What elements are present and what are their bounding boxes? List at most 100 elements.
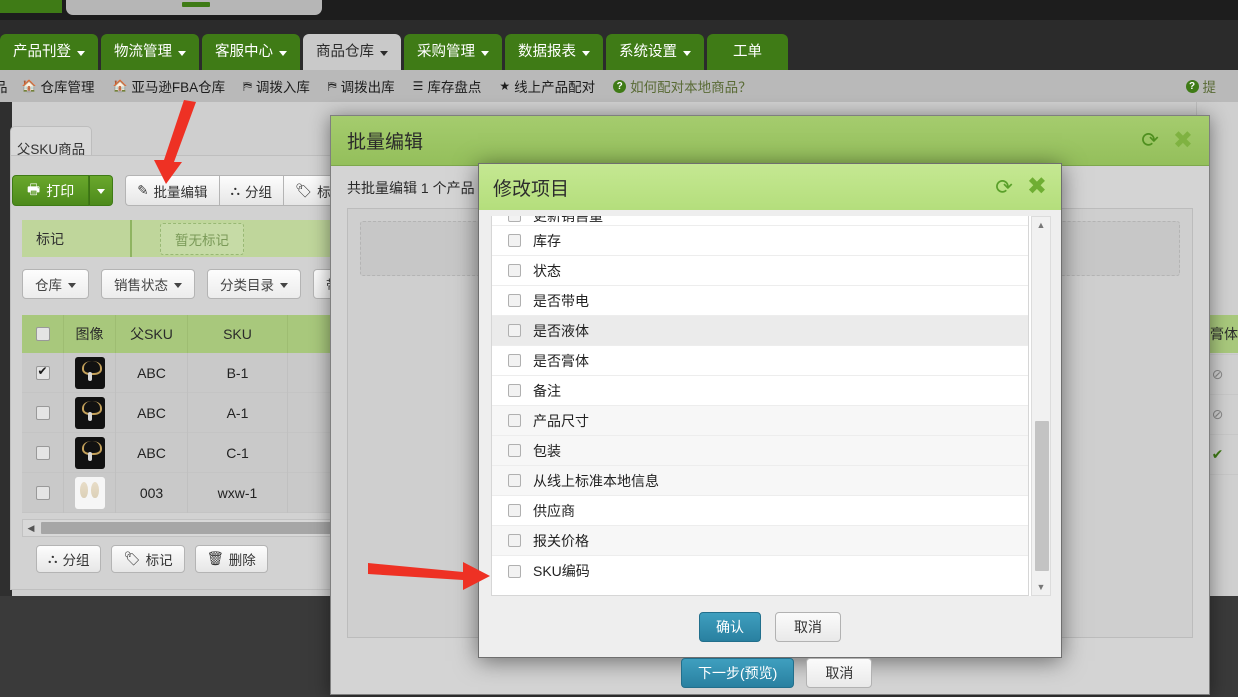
select-all-checkbox[interactable] (35, 327, 50, 341)
option-row-sku-code[interactable]: SKU编码 (492, 556, 1028, 586)
close-icon[interactable]: ✖ (1173, 128, 1193, 153)
menu-item-product-warehouse[interactable]: 商品仓库 (303, 34, 401, 70)
option-row-is-liquid[interactable]: 是否液体 (492, 316, 1028, 346)
menu-item-work-order[interactable]: 工单 (707, 34, 788, 70)
bottom-group-button[interactable]: ⛬ 分组 (36, 545, 102, 573)
refresh-icon[interactable]: ⟳ (995, 177, 1013, 198)
option-checkbox[interactable] (508, 216, 521, 222)
tag-icon: 🏷 (123, 551, 141, 566)
option-checkbox[interactable] (508, 264, 521, 277)
row-checkbox-cell[interactable] (22, 432, 64, 473)
row-checkbox[interactable] (35, 405, 50, 420)
option-row-sync-local-info[interactable]: 从线上标准本地信息 (492, 466, 1028, 496)
filter-warehouse[interactable]: 仓库 (22, 269, 89, 299)
option-checkbox[interactable] (508, 534, 521, 547)
header-select-all[interactable] (22, 315, 64, 353)
batch-edit-dialog-header-icons: ⟳ ✖ (1141, 128, 1193, 153)
chrome-tab-partial-grey[interactable] (66, 0, 322, 15)
subnav-item-online-matching[interactable]: ★ 线上产品配对 (499, 76, 595, 96)
filter-warehouse-label: 仓库 (35, 278, 62, 293)
modify-items-vertical-scrollbar[interactable]: ▲ ▼ (1031, 216, 1051, 596)
option-row-update-sales[interactable]: 更新销售量 (492, 216, 1028, 226)
option-row-packaging[interactable]: 包装 (492, 436, 1028, 466)
subnav-item-partial[interactable]: 品 (0, 76, 8, 96)
option-checkbox[interactable] (508, 444, 521, 457)
subnav-item-transfer-in[interactable]: ⛿ 调拨入库 (243, 76, 310, 96)
subnav-item-stock-count[interactable]: ☰ 库存盘点 (413, 76, 482, 96)
scroll-track[interactable] (1035, 231, 1049, 583)
menu-item-reports[interactable]: 数据报表 (505, 34, 603, 70)
option-checkbox[interactable] (508, 234, 521, 247)
option-row-status[interactable]: 状态 (492, 256, 1028, 286)
row-image-cell (64, 352, 116, 393)
subnav-label: 亚马逊FBA仓库 (131, 80, 226, 95)
subnav-item-amazon-fba[interactable]: 🏠 亚马逊FBA仓库 (112, 76, 225, 96)
scroll-thumb[interactable] (1035, 421, 1049, 571)
menu-item-purchasing[interactable]: 采购管理 (404, 34, 502, 70)
refresh-icon[interactable]: ⟳ (1141, 130, 1159, 151)
group-label: 分组 (244, 184, 272, 200)
chrome-tab-partial-green[interactable] (0, 0, 62, 13)
print-dropdown-button[interactable] (89, 175, 114, 206)
option-checkbox[interactable] (508, 294, 521, 307)
row-checkbox-cell[interactable] (22, 352, 64, 393)
row-image-cell (64, 392, 116, 433)
option-row-supplier[interactable]: 供应商 (492, 496, 1028, 526)
filter-sales-status[interactable]: 销售状态 (101, 269, 195, 299)
option-checkbox[interactable] (508, 564, 521, 578)
option-checkbox[interactable] (508, 474, 521, 487)
row-checkbox[interactable] (35, 364, 50, 380)
chevron-down-icon (279, 50, 287, 56)
subnav-item-transfer-out[interactable]: ⛿ 调拨出库 (328, 76, 395, 96)
option-row-remark[interactable]: 备注 (492, 376, 1028, 406)
bottom-delete-button[interactable]: 🗑 删除 (194, 545, 268, 573)
menu-item-logistics[interactable]: 物流管理 (101, 34, 199, 70)
row-parent-sku: ABC (116, 392, 188, 433)
row-checkbox[interactable] (35, 485, 50, 500)
subnav-item-warehouse-management[interactable]: 🏠 仓库管理 (22, 76, 95, 96)
close-icon[interactable]: ✖ (1027, 175, 1047, 199)
batch-next-preview-button[interactable]: 下一步(预览) (681, 658, 795, 688)
option-checkbox[interactable] (508, 414, 521, 427)
row-image-cell (64, 472, 116, 513)
menu-label: 物流管理 (114, 44, 172, 60)
option-row-inventory[interactable]: 库存 (492, 226, 1028, 256)
earring-thumb-icon (74, 476, 105, 509)
bottom-tag-button[interactable]: 🏷 标记 (111, 545, 185, 573)
option-label: 产品尺寸 (533, 412, 589, 429)
menu-item-customer-service[interactable]: 客服中心 (202, 34, 300, 70)
mark-row-label: 标记 (22, 220, 132, 257)
option-row-is-paste[interactable]: 是否膏体 (492, 346, 1028, 376)
modify-confirm-button[interactable]: 确认 (699, 612, 761, 642)
option-row-has-battery[interactable]: 是否带电 (492, 286, 1028, 316)
option-checkbox[interactable] (508, 384, 521, 397)
option-row-product-size[interactable]: 产品尺寸 (492, 406, 1028, 436)
filter-category[interactable]: 分类目录 (207, 269, 301, 299)
table-bottom-actions: ⛬ 分组 🏷 标记 🗑 删除 (36, 545, 268, 573)
cloud-download-icon: ⛿ (243, 79, 252, 93)
option-checkbox[interactable] (508, 324, 521, 337)
print-button[interactable]: 🖶 打印 (12, 175, 90, 206)
option-checkbox[interactable] (508, 354, 521, 367)
subnav-help-link[interactable]: ? 如何配对本地商品？ (613, 76, 752, 96)
sitemap-icon: ⛬ (230, 182, 240, 198)
option-row-customs-price[interactable]: 报关价格 (492, 526, 1028, 556)
modify-items-list[interactable]: 更新销售量 库存 状态 是否带电 是否液体 是否膏体 (491, 216, 1029, 596)
subnav-right-partial[interactable]: ? 提 (1185, 76, 1216, 96)
menu-item-system-settings[interactable]: 系统设置 (606, 34, 704, 70)
mark-row-empty[interactable]: 暂无标记 (160, 222, 244, 255)
modify-items-dialog: 修改项目 ⟳ ✖ 更新销售量 库存 状态 是否带电 (478, 163, 1062, 658)
group-button[interactable]: ⛬ 分组 (218, 175, 283, 206)
row-checkbox-cell[interactable] (22, 392, 64, 433)
batch-cancel-button[interactable]: 取消 (806, 658, 873, 688)
batch-edit-button[interactable]: ✎ 批量编辑 (125, 175, 219, 206)
row-parent-sku: 003 (116, 472, 188, 513)
row-checkbox-cell[interactable] (22, 472, 64, 513)
subnav-label: 仓库管理 (40, 80, 95, 95)
modify-cancel-button[interactable]: 取消 (775, 612, 841, 642)
option-checkbox[interactable] (508, 504, 521, 517)
row-image-cell (64, 432, 116, 473)
scroll-left-arrow[interactable]: ◀ (23, 523, 39, 534)
row-checkbox[interactable] (35, 445, 50, 460)
menu-item-product-listing[interactable]: 产品刊登 (0, 34, 98, 70)
